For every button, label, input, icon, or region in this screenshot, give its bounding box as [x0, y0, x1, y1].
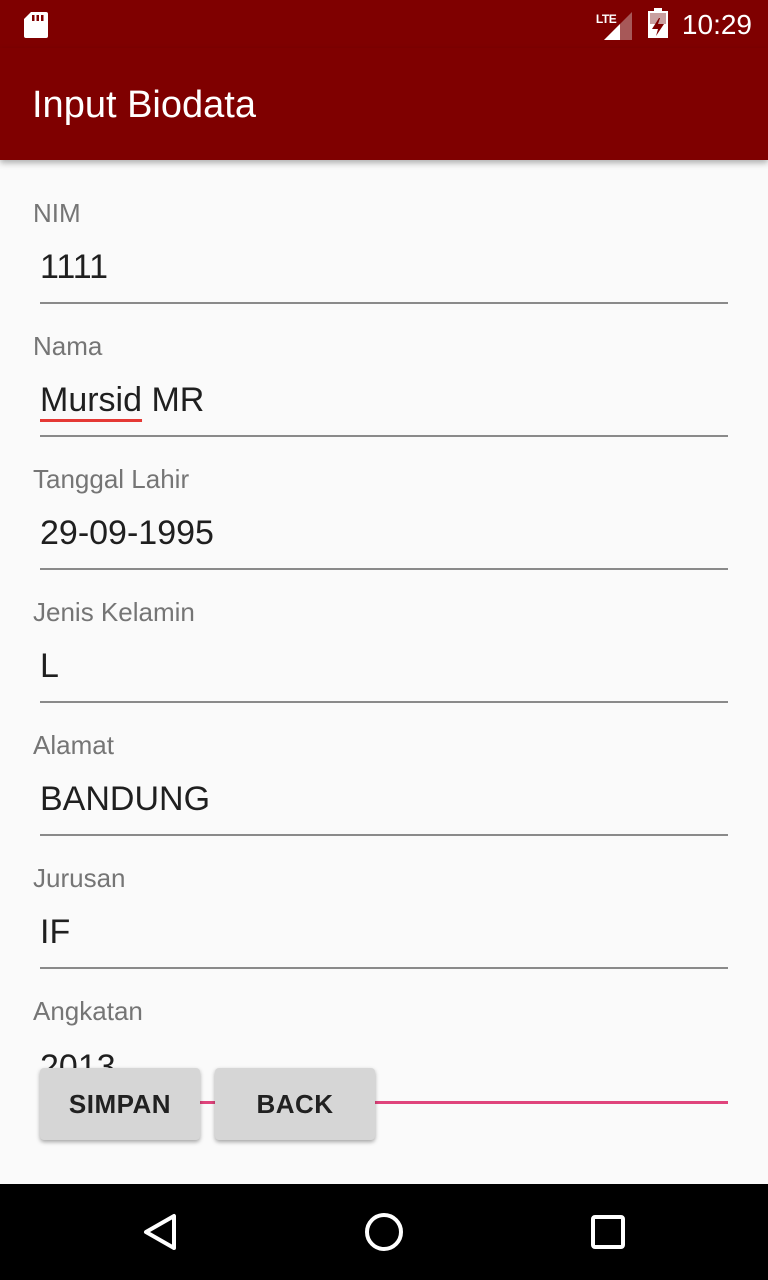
- nim-field[interactable]: 1111: [40, 244, 728, 304]
- nim-label: NIM: [33, 198, 81, 228]
- biodata-form: NIM 1111 Nama Mursid MR Tanggal Lahir 29…: [0, 160, 768, 1184]
- status-bar: LTE 10:29: [0, 0, 768, 48]
- app-bar: Input Biodata: [0, 48, 768, 160]
- navigation-bar: [0, 1184, 768, 1280]
- lte-signal-icon: LTE: [596, 10, 634, 40]
- battery-icon: [647, 7, 668, 43]
- jenis-kelamin-label: Jenis Kelamin: [33, 597, 195, 627]
- back-triangle-icon[interactable]: [136, 1208, 184, 1256]
- misspelled-word[interactable]: Mursid: [40, 381, 142, 419]
- jenis-kelamin-field[interactable]: L: [40, 643, 728, 703]
- nama-label: Nama: [33, 331, 103, 361]
- tanggal-lahir-label: Tanggal Lahir: [33, 464, 190, 494]
- simpan-button[interactable]: SIMPAN: [40, 1068, 200, 1140]
- sd-card-icon: [24, 12, 48, 43]
- jurusan-field[interactable]: IF: [40, 909, 728, 969]
- nama-field-rest: MR: [142, 381, 205, 419]
- back-button[interactable]: BACK: [215, 1068, 375, 1140]
- jurusan-label: Jurusan: [33, 863, 126, 893]
- tanggal-lahir-field[interactable]: 29-09-1995: [40, 510, 728, 570]
- alamat-field[interactable]: BANDUNG: [40, 776, 728, 836]
- status-clock: 10:29: [681, 9, 752, 40]
- alamat-label: Alamat: [33, 730, 114, 760]
- nama-field[interactable]: Mursid MR: [40, 377, 728, 437]
- recents-square-icon[interactable]: [584, 1208, 632, 1256]
- page-title: Input Biodata: [32, 84, 256, 126]
- home-circle-icon[interactable]: [360, 1208, 408, 1256]
- angkatan-label: Angkatan: [33, 996, 143, 1026]
- status-indicators: LTE 10:29: [596, 7, 752, 43]
